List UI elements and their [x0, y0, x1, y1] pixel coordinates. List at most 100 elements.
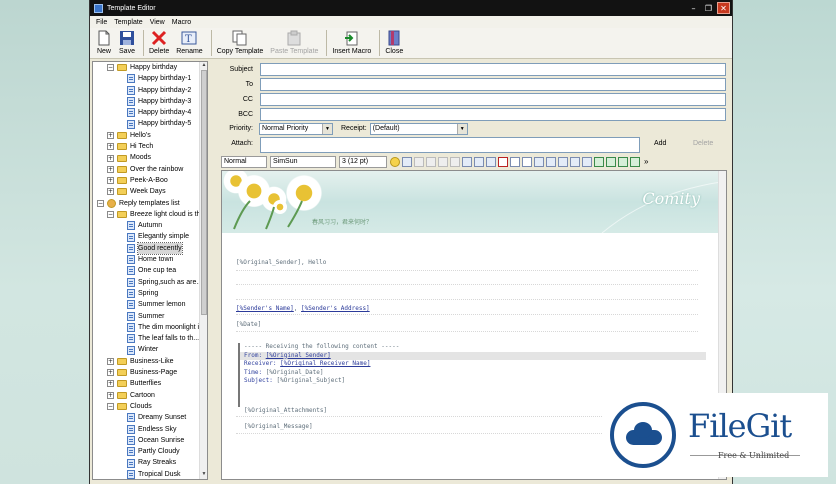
template-item[interactable]: Happy birthday-1 [93, 73, 207, 84]
menu-file[interactable]: File [96, 19, 107, 26]
menu-macro[interactable]: Macro [172, 19, 191, 26]
copy-template-button[interactable]: Copy Template [215, 30, 266, 55]
template-folder[interactable]: + Week Days [93, 186, 207, 197]
font-size-select[interactable]: 3 (12 pt) [339, 155, 387, 168]
eraser-icon[interactable] [522, 156, 532, 167]
template-item[interactable]: Summer lemon [93, 299, 207, 310]
insert-image-icon[interactable] [402, 156, 412, 167]
template-item[interactable]: The dim moonlight i... [93, 322, 207, 333]
expand-icon[interactable]: + [107, 177, 114, 185]
template-item[interactable]: Happy birthday-3 [93, 96, 207, 107]
collapse-icon[interactable]: − [107, 403, 114, 411]
expand-icon[interactable]: + [107, 380, 114, 388]
cc-input[interactable] [260, 93, 726, 106]
template-folder[interactable]: − Happy birthday [93, 62, 207, 73]
font-select[interactable]: SimSun [270, 155, 336, 168]
template-item[interactable]: Good recently [93, 241, 207, 256]
font-color-icon[interactable] [498, 156, 508, 167]
copy-text-icon[interactable] [426, 156, 436, 167]
scroll-up-arrow-icon[interactable]: ▲ [200, 62, 207, 70]
template-item[interactable]: Winter [93, 344, 207, 355]
cut-icon[interactable] [414, 156, 424, 167]
template-item[interactable]: Summer [93, 311, 207, 322]
align-right-icon[interactable] [618, 156, 628, 167]
template-item[interactable]: Happy birthday-4 [93, 107, 207, 118]
template-folder[interactable]: + Business-Like [93, 356, 207, 367]
highlight-icon[interactable] [510, 156, 520, 167]
table-icon[interactable] [534, 156, 544, 167]
collapse-icon[interactable]: − [107, 211, 114, 218]
subject-input[interactable] [260, 63, 726, 76]
close-button[interactable]: Close [383, 30, 405, 55]
image-icon[interactable] [546, 156, 556, 167]
receipt-select[interactable]: (Default) ▼ [369, 122, 468, 135]
template-folder[interactable]: + Peek-A-Boo [93, 175, 207, 186]
grid-icon[interactable] [558, 156, 568, 167]
template-item[interactable]: Ray Streaks [93, 457, 207, 468]
template-folder[interactable]: − Clouds [93, 401, 207, 412]
template-item[interactable]: Happy birthday-5 [93, 118, 207, 129]
template-item[interactable]: Dreamy Sunset [93, 412, 207, 423]
rename-button[interactable]: T Rename [174, 30, 204, 55]
undo-icon[interactable] [450, 156, 460, 167]
template-folder[interactable]: + Hi Tech [93, 141, 207, 152]
delete-attachment-button[interactable]: Delete [693, 140, 713, 147]
bcc-input[interactable] [260, 108, 726, 121]
template-item[interactable]: Spring,such as are... [93, 277, 207, 288]
expand-icon[interactable]: + [107, 154, 114, 162]
save-button[interactable]: Save [117, 30, 137, 55]
tree-root-node[interactable]: − Reply templates list [93, 198, 207, 209]
close-window-icon[interactable]: ✕ [717, 2, 730, 14]
template-item[interactable]: Endless Sky [93, 424, 207, 435]
add-attachment-button[interactable]: Add [654, 140, 666, 147]
expand-icon[interactable]: + [107, 357, 114, 365]
restore-icon[interactable]: ❐ [702, 2, 715, 14]
expand-icon[interactable]: + [107, 369, 114, 377]
bold-icon[interactable] [462, 156, 472, 167]
insert-macro-button[interactable]: Insert Macro [330, 30, 373, 55]
template-item[interactable]: Partly Cloudy [93, 446, 207, 457]
align-center-icon[interactable] [606, 156, 616, 167]
template-item[interactable]: Autumn [93, 220, 207, 231]
template-item[interactable]: Home town [93, 254, 207, 265]
template-folder[interactable]: + Butterflies [93, 378, 207, 389]
scroll-down-arrow-icon[interactable]: ▼ [200, 471, 207, 479]
minimize-icon[interactable]: – [687, 2, 700, 14]
attachments-list[interactable] [260, 137, 640, 153]
tree-scrollbar[interactable]: ▲ ▼ [199, 62, 207, 479]
template-folder[interactable]: + Moods [93, 152, 207, 163]
collapse-icon[interactable]: − [97, 199, 104, 207]
indent-icon[interactable] [630, 156, 640, 167]
new-button[interactable]: New [94, 30, 114, 55]
expand-icon[interactable]: + [107, 143, 114, 151]
collapse-icon[interactable]: − [107, 64, 114, 72]
underline-icon[interactable] [486, 156, 496, 167]
template-item[interactable]: Tropical Dusk [93, 469, 207, 479]
template-item[interactable]: Happy birthday-2 [93, 85, 207, 96]
template-item[interactable]: Elegantly simple [93, 231, 207, 242]
italic-icon[interactable] [474, 156, 484, 167]
menu-view[interactable]: View [150, 19, 165, 26]
template-folder[interactable]: + Over the rainbow [93, 164, 207, 175]
more-toolbar-chevron-icon[interactable]: » [644, 157, 648, 166]
expand-icon[interactable]: + [107, 165, 114, 173]
template-item[interactable]: The leaf falls to th... [93, 333, 207, 344]
align-left-icon[interactable] [594, 156, 604, 167]
paste-text-icon[interactable] [438, 156, 448, 167]
expand-icon[interactable]: + [107, 131, 114, 139]
delete-button[interactable]: Delete [147, 30, 171, 55]
to-input[interactable] [260, 78, 726, 91]
paste-template-button[interactable]: Paste Template [268, 30, 320, 55]
template-folder[interactable]: − Breeze light cloud is thin [93, 209, 207, 220]
template-item[interactable]: One cup tea [93, 265, 207, 276]
expand-icon[interactable]: + [107, 391, 114, 399]
priority-select[interactable]: Normal Priority ▼ [259, 122, 333, 135]
paragraph-style-select[interactable]: Normal [221, 155, 267, 168]
emoticon-icon[interactable] [390, 156, 400, 167]
numbered-list-icon[interactable] [570, 156, 580, 167]
template-item[interactable]: Ocean Sunrise [93, 435, 207, 446]
template-folder[interactable]: + Business-Page [93, 367, 207, 378]
expand-icon[interactable]: + [107, 188, 114, 196]
template-folder[interactable]: + Hello's [93, 130, 207, 141]
template-item[interactable]: Spring [93, 288, 207, 299]
